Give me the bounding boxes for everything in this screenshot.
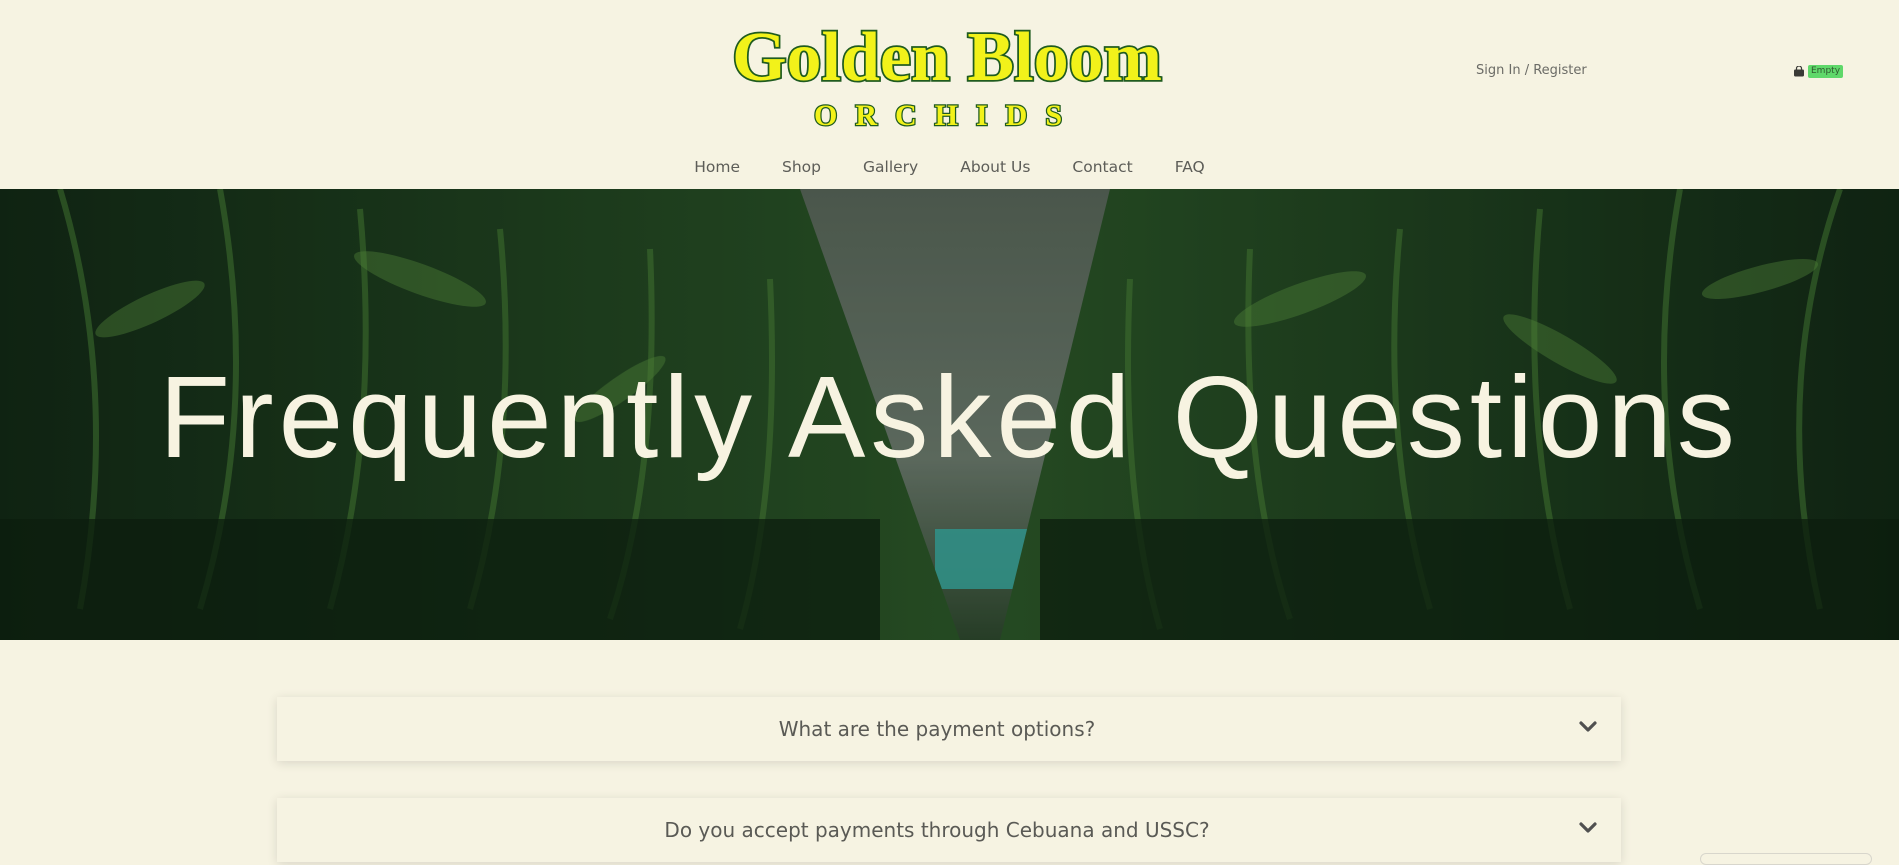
- page-title: Frequently Asked Questions: [159, 352, 1740, 482]
- chevron-down-icon[interactable]: [1579, 721, 1597, 733]
- hero-banner: Frequently Asked Questions: [0, 189, 1899, 640]
- sign-in-register-link[interactable]: Sign In / Register: [1476, 63, 1587, 78]
- shopping-bag-icon: [1794, 66, 1804, 77]
- main-nav: Home Shop Gallery About Us Contact FAQ: [0, 158, 1899, 176]
- cart-status-badge: Empty: [1808, 65, 1844, 78]
- faq-item-payment-options[interactable]: What are the payment options?: [277, 697, 1621, 761]
- nav-contact[interactable]: Contact: [1072, 158, 1132, 176]
- site-header: Golden Bloom ORCHIDS Sign In / Register …: [0, 0, 1899, 189]
- nav-shop[interactable]: Shop: [782, 158, 821, 176]
- nav-home[interactable]: Home: [694, 158, 740, 176]
- chevron-down-icon[interactable]: [1579, 822, 1597, 834]
- logo-line1: Golden Bloom: [732, 19, 1162, 96]
- faq-question: What are the payment options?: [778, 717, 1096, 741]
- nav-about-us[interactable]: About Us: [960, 158, 1030, 176]
- faq-item-cebuana-ussc[interactable]: Do you accept payments through Cebuana a…: [277, 798, 1621, 862]
- nav-faq[interactable]: FAQ: [1175, 158, 1205, 176]
- faq-question: Do you accept payments through Cebuana a…: [664, 818, 1210, 842]
- nav-gallery[interactable]: Gallery: [863, 158, 918, 176]
- golden-bloom-logo[interactable]: Golden Bloom ORCHIDS: [705, 8, 1190, 130]
- logo-line2: ORCHIDS: [814, 99, 1080, 130]
- cart-button[interactable]: Empty: [1793, 65, 1844, 78]
- chat-widget-edge[interactable]: [1700, 853, 1872, 865]
